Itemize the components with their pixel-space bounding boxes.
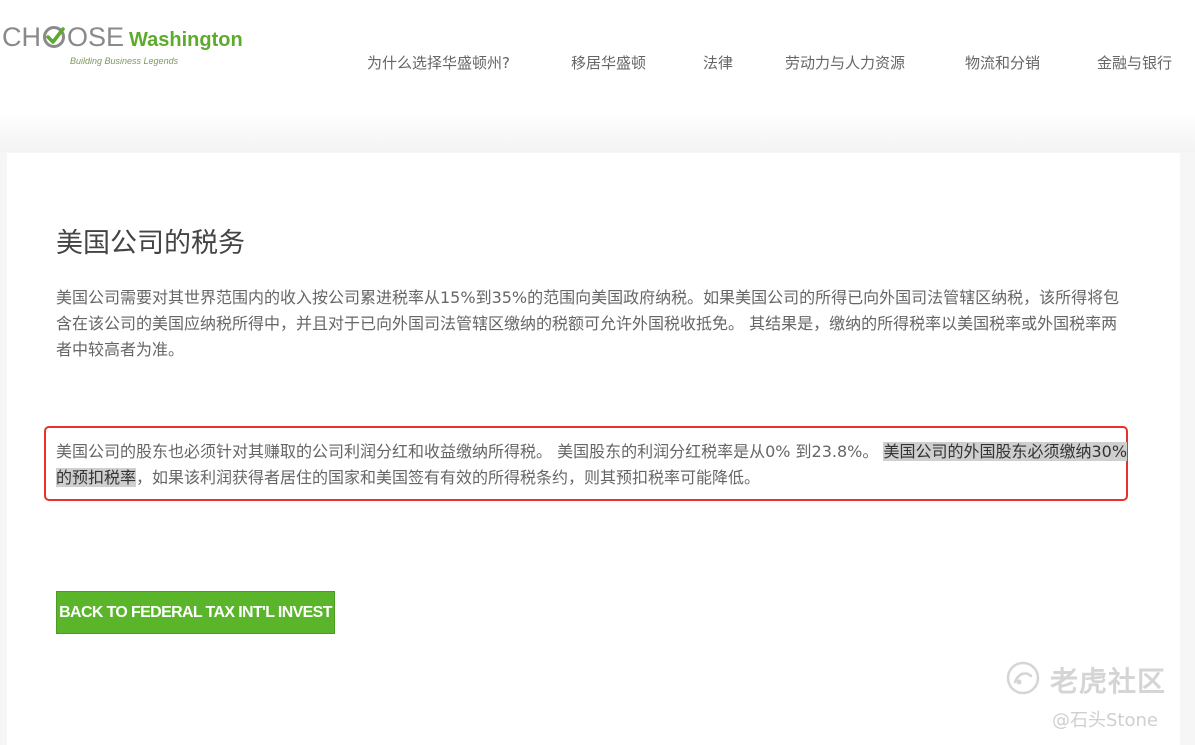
- logo-tagline: Building Business Legends: [70, 56, 179, 66]
- page-title: 美国公司的税务: [56, 228, 245, 259]
- header-shadow: [0, 112, 1195, 152]
- back-to-federal-tax-button[interactable]: BACK TO FEDERAL TAX INT'L INVEST: [56, 591, 335, 634]
- tiger-community-logo-icon: [1006, 661, 1040, 695]
- watermark-credit: @石头Stone: [1052, 710, 1158, 731]
- logo-choose-suffix: OSE: [67, 22, 125, 52]
- nav-item-finance-banking[interactable]: 金融与银行: [1097, 52, 1172, 73]
- nav-item-workforce-hr[interactable]: 劳动力与人力资源: [785, 52, 905, 73]
- nav-item-law[interactable]: 法律: [703, 52, 733, 73]
- nav-item-logistics[interactable]: 物流和分销: [965, 52, 1040, 73]
- corporate-tax-paragraph: 美国公司需要对其世界范围内的收入按公司累进税率从15%到35%的范围向美国政府纳…: [56, 288, 1120, 359]
- shareholder-tax-paragraph: 美国公司的股东也必须针对其赚取的公司利润分红和收益缴纳所得税。 美国股东的利润分…: [56, 439, 1128, 491]
- watermark-site-name: 老虎社区: [1050, 665, 1167, 698]
- checkmark-o-icon: [43, 26, 65, 48]
- treaty-text: ，如果该利润获得者居住的国家和美国签有有效的所得税条约，则其预扣税率可能降低。: [136, 468, 761, 487]
- content-card: 美国公司的税务 美国公司需要对其世界范围内的收入按公司累进税率从15%到35%的…: [7, 153, 1180, 745]
- logo-wordmark: CH OSE Washington: [2, 24, 243, 51]
- nav-item-relocate[interactable]: 移居华盛顿: [571, 52, 646, 73]
- shareholder-tax-text: 美国公司的股东也必须针对其赚取的公司利润分红和收益缴纳所得税。 美国股东的利润分…: [56, 442, 884, 461]
- logo-washington: Washington: [129, 29, 243, 51]
- nav-item-why-washington[interactable]: 为什么选择华盛顿州?: [367, 52, 510, 73]
- logo-choose-prefix: CH: [2, 22, 41, 52]
- choose-washington-logo[interactable]: CH OSE Washington Building Business Legen…: [2, 24, 252, 70]
- site-header: CH OSE Washington Building Business Legen…: [0, 0, 1195, 112]
